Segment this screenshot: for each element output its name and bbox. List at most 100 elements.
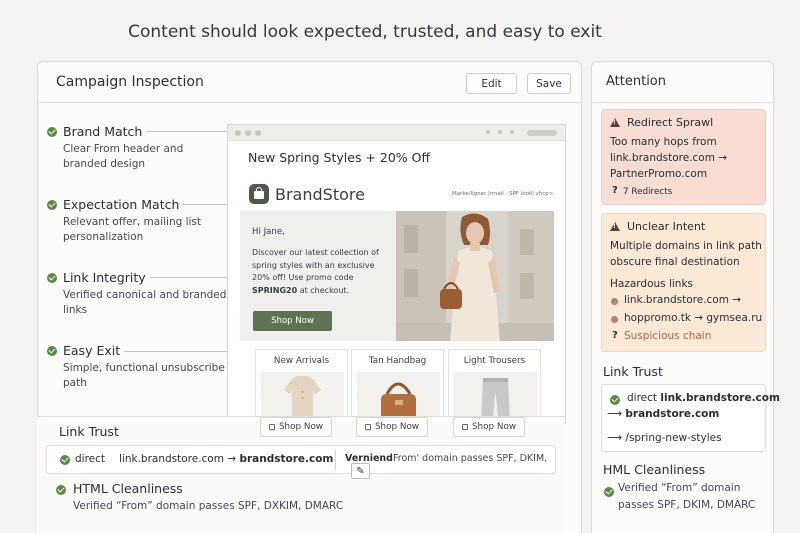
link-chain-line: ⟶ /spring-new-styles [607,432,722,444]
redirect-sprawl-card[interactable]: Redirect Sprawl Too many hops from link.… [601,109,766,205]
hazard-link[interactable]: link.brandstore.com → [624,294,741,306]
email-preview: New Spring Styles + 20% Off BrandStore M… [227,124,566,424]
warning-icon [610,222,620,231]
feature-title: Easy Exit [63,343,121,358]
card-text: obscure final destination [610,256,740,268]
feature-title: Link Integrity [63,270,146,285]
product-name: Tan Handbag [368,356,427,366]
link-chain-line: direct link.brandstore.com [627,392,780,404]
link-from: link.brandstore.com → [119,453,237,465]
check-icon [47,127,57,137]
product-card-tan-handbag[interactable]: Tan Handbag [351,349,444,423]
link-chain-icon [611,316,618,323]
card-text: link.brandstore.com → [610,152,728,164]
check-icon [610,395,620,405]
warning-icon [610,118,620,127]
check-icon [56,485,66,495]
domain-pass-text: From' domain passes SPF, DKIM, [393,453,548,464]
link-path: /spring-new-styles [625,432,722,444]
tag-icon [461,424,468,430]
side-html-title: HML Cleanliness [603,462,706,477]
product-name: Light Trousers [463,356,526,366]
html-cleanliness-title: HTML Cleanliness [73,481,183,496]
side-link-trust-box[interactable]: direct link.brandstore.com ⟶ brandstore.… [601,384,780,452]
window-dot-icon [498,130,502,134]
tag-icon [364,424,371,430]
window-dot-icon [235,130,241,136]
shop-now-button[interactable]: Shop Now [253,311,332,331]
link-chain-icon [611,298,618,305]
hazard-label: Hazardous links [610,278,694,290]
check-icon [60,455,70,465]
window-dot-icon [255,130,261,136]
product-name: New Arrivals [273,356,330,366]
page-headline: Content should look expected, trusted, a… [128,22,602,42]
hero-photo-illustration [396,211,554,341]
side-link-trust-title: Link Trust [603,364,663,379]
feature-description: Verified canonical and branded links [63,289,227,316]
feature-title: Expectation Match [63,197,180,212]
edit-pen-icon[interactable]: ✎ [351,463,370,479]
window-toolbar-pill [527,130,557,136]
link-to: brandstore.com [239,453,334,465]
preview-window-bar [228,125,565,141]
connector-line [146,129,237,134]
attention-panel: Attention Redirect Sprawl Too many hops … [591,61,780,533]
email-body: Discover our latest collection of spring… [252,247,392,297]
link-target: brandstore.com [625,408,720,420]
question-icon: ? [612,330,618,341]
product-card-new-arrivals[interactable]: New Arrivals [255,349,348,423]
arrow-icon: ⟶ [607,432,623,444]
window-dot-icon [245,130,251,136]
row-divider [335,450,336,470]
tag-icon [268,424,275,430]
edit-button[interactable]: Edit [466,73,517,94]
side-html-desc: Verified “From” domain passes SPF, DKIM,… [618,482,756,511]
hero-model-image [396,211,554,341]
product-shop-now-button[interactable]: Shop Now [260,417,332,437]
check-icon [47,200,57,210]
check-icon [604,487,614,497]
suspicious-chain-label: Suspicious chain [624,330,712,342]
section-title: Link Trust [59,424,119,439]
brand-logo-text: BrandStore [275,185,365,204]
link-trust-row[interactable]: direct link.brandstore.com → brandstore.… [46,445,556,474]
body-text: at checkout. [297,285,350,295]
button-label: Shop Now [278,422,324,432]
hazard-link[interactable]: hoppromo.tk → gymsea.ru [624,312,762,324]
product-shop-now-button[interactable]: Shop Now [356,417,428,437]
unclear-intent-card[interactable]: Unclear Intent Multiple domains in link … [601,213,766,352]
body-text: Discover our latest collection of spring… [252,248,379,282]
link-chain-line: ⟶ brandstore.com [607,408,719,420]
promo-code: SPRING20 [252,285,298,295]
feature-description: Clear From header and branded design [63,143,184,170]
connector-line [150,275,237,280]
shopping-bag-icon [249,184,269,204]
card-text: PartnerPromo.com [610,168,708,180]
feature-title: Brand Match [63,124,143,139]
save-button[interactable]: Save [527,73,571,94]
email-greeting: Hi Jane, [252,227,285,237]
product-card-light-trousers[interactable]: Light Trousers [448,349,541,423]
link-type: direct [75,453,106,465]
window-dot-icon [486,130,490,134]
check-icon [47,273,57,283]
panel-divider [38,102,581,103]
button-label: Shop Now [471,422,517,432]
panel-divider [592,102,773,103]
arrow-icon: ⟶ [607,408,623,420]
feature-description: Relevant offer, mailing list personaliza… [63,216,202,243]
card-title: Unclear Intent [627,220,706,233]
connector-line [124,349,237,354]
redirect-count: 7 Redirects [623,187,673,197]
link-chain: link.brandstore.com → brandstore.com [119,453,333,465]
card-text: Multiple domains in link path [610,240,762,252]
brand-meta-text: Marke/ligner |rmail · SPF lookl vhcp> [452,191,554,197]
email-subject: New Spring Styles + 20% Off [248,150,431,165]
button-label: Shop Now [374,422,420,432]
link-source: link.brandstore.com [660,392,780,404]
html-cleanliness-desc: Verified “From” domain passes SPF, DXKIM… [73,500,344,512]
attention-title: Attention [606,74,666,89]
product-shop-now-button[interactable]: Shop Now [453,417,525,437]
card-title: Redirect Sprawl [627,116,714,129]
